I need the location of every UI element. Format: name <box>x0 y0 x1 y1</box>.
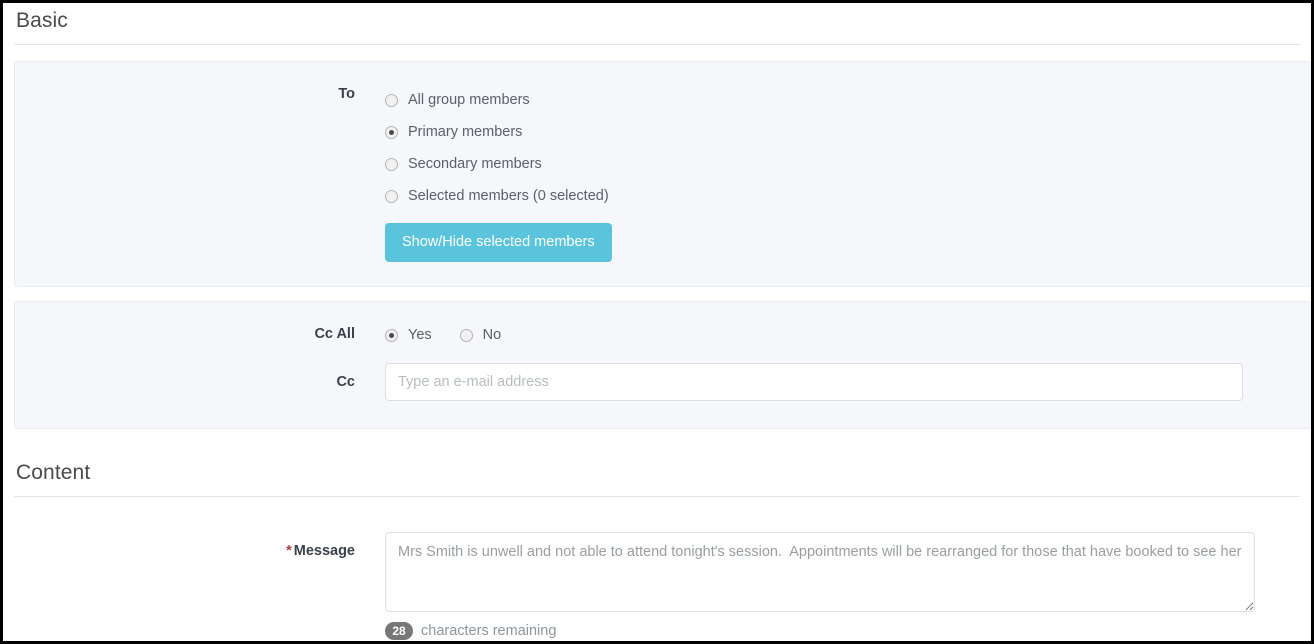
form-row-to: To All group members Primary members Sec… <box>15 62 1311 262</box>
characters-remaining-badge: 28 <box>385 622 413 640</box>
to-options: All group members Primary members Second… <box>385 84 1311 262</box>
section-heading-basic: Basic <box>14 3 1300 45</box>
radio-icon-secondary-members[interactable] <box>385 157 398 171</box>
cc-email-input[interactable] <box>385 363 1243 401</box>
radio-label-primary-members: Primary members <box>408 124 523 140</box>
panel-cc: Cc All Yes No Cc <box>14 301 1311 429</box>
form-container: Basic To All group members Primary membe… <box>3 3 1311 641</box>
radio-option-cc-all-yes[interactable]: Yes <box>385 326 432 344</box>
radio-icon-cc-all-no[interactable] <box>459 328 473 342</box>
cc-label: Cc <box>336 374 355 390</box>
message-counter: 28 characters remaining <box>385 622 1311 640</box>
to-label: To <box>338 86 355 102</box>
radio-icon-primary-members[interactable] <box>385 125 398 139</box>
message-label-text: Message <box>293 543 355 559</box>
message-field-area: 28 characters remaining <box>385 532 1311 640</box>
radio-label-all-group-members: All group members <box>408 92 530 108</box>
radio-option-all-group-members[interactable]: All group members <box>385 84 1311 116</box>
panel-to: To All group members Primary members Sec… <box>14 61 1311 287</box>
radio-label-cc-all-no: No <box>482 327 502 343</box>
cc-all-radio-group: Yes No <box>385 324 1311 346</box>
section-heading-content: Content <box>14 447 1300 497</box>
radio-option-cc-all-no[interactable]: No <box>459 326 502 344</box>
show-hide-selected-members-button[interactable]: Show/Hide selected members <box>385 223 612 262</box>
radio-option-secondary-members[interactable]: Secondary members <box>385 148 1311 180</box>
radio-option-primary-members[interactable]: Primary members <box>385 116 1311 148</box>
form-row-cc-all: Cc All Yes No <box>15 302 1311 346</box>
panel-message: *Message 28 characters remaining <box>14 511 1311 641</box>
cc-all-label: Cc All <box>314 326 355 342</box>
message-label: * Message <box>15 532 385 561</box>
characters-remaining-label: characters remaining <box>421 623 557 639</box>
radio-icon-selected-members[interactable] <box>385 189 398 203</box>
message-textarea[interactable] <box>385 532 1255 612</box>
radio-label-secondary-members: Secondary members <box>408 156 542 172</box>
required-asterisk-icon: * <box>286 543 292 559</box>
radio-icon-all-group-members[interactable] <box>385 93 398 107</box>
radio-option-selected-members[interactable]: Selected members (0 selected) <box>385 180 1311 212</box>
form-row-cc: Cc <box>15 346 1311 401</box>
cc-all-options: Yes No <box>385 324 1311 346</box>
radio-label-cc-all-yes: Yes <box>408 327 432 343</box>
form-row-message: *Message 28 characters remaining <box>15 512 1311 640</box>
app-window: Basic To All group members Primary membe… <box>0 0 1314 644</box>
radio-icon-cc-all-yes[interactable] <box>385 328 398 342</box>
cc-field-area <box>385 363 1311 401</box>
radio-label-selected-members: Selected members (0 selected) <box>408 188 609 204</box>
